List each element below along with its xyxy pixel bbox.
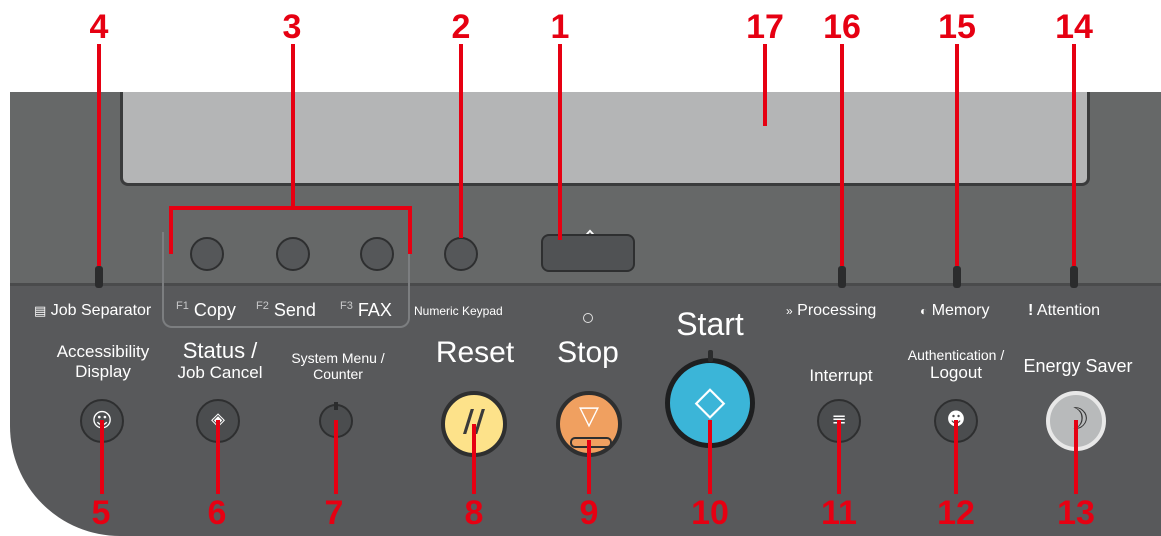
callout-10: 10 [691, 494, 729, 532]
callout-7: 7 [324, 494, 344, 532]
memory-icon: ◐ [920, 304, 928, 318]
leader-9 [587, 440, 591, 494]
callout-12: 12 [937, 494, 975, 532]
home-button[interactable] [541, 234, 635, 272]
system-menu-led [334, 402, 338, 410]
leader-4 [97, 44, 101, 266]
leader-14 [1072, 44, 1076, 266]
start-label: Start [676, 306, 744, 342]
job-separator-label: ▤ Job Separator [34, 302, 152, 319]
f2-send-button[interactable] [276, 237, 310, 271]
callout-17: 17 [746, 8, 784, 46]
system-menu-counter-label: System Menu / Counter [291, 350, 385, 382]
stop-label: Stop [557, 336, 619, 369]
callout-2: 2 [451, 8, 471, 46]
leader-11 [837, 420, 841, 494]
processing-indicator [838, 266, 846, 288]
processing-icon: » [786, 304, 793, 318]
callout-13: 13 [1057, 494, 1095, 532]
f3-fax-label: F3 FAX [340, 300, 392, 320]
start-icon: ◇ [694, 378, 726, 424]
memory-label: ◐ Memory [920, 302, 990, 319]
callout-16: 16 [823, 8, 861, 46]
leader-5 [100, 420, 104, 494]
leader-7 [334, 420, 338, 494]
leader-13 [1074, 420, 1078, 494]
start-indicator-dot [583, 313, 593, 323]
callout-6: 6 [207, 494, 227, 532]
leader-15 [955, 44, 959, 266]
attention-icon: ! [1028, 302, 1034, 319]
leader-1 [558, 44, 562, 240]
callout-3: 3 [282, 8, 302, 46]
callout-5: 5 [91, 494, 111, 532]
stop-icon: ▽ [579, 401, 599, 431]
callout-11: 11 [821, 494, 857, 532]
reset-label: Reset [435, 336, 515, 369]
callout-15: 15 [938, 8, 976, 46]
numeric-keypad-label: Numeric Keypad [414, 304, 503, 318]
processing-label: » Processing [786, 302, 877, 319]
callout-1: 1 [550, 8, 570, 46]
touch-panel-display[interactable] [120, 92, 1090, 186]
leader-17 [763, 44, 767, 126]
f1-copy-label: F1 Copy [176, 300, 236, 320]
interrupt-label: Interrupt [809, 366, 873, 385]
leader-6 [216, 420, 220, 494]
f3-fax-button[interactable] [360, 237, 394, 271]
leader-8 [472, 424, 476, 494]
callout-9: 9 [579, 494, 599, 532]
accessibility-display-label: Accessibility Display [56, 342, 150, 381]
leader-3-left [169, 206, 173, 254]
f2-send-label: F2 Send [256, 300, 316, 320]
job-separator-icon: ▤ [34, 304, 47, 319]
numeric-keypad-button[interactable] [444, 237, 478, 271]
memory-indicator [953, 266, 961, 288]
leader-12 [954, 420, 958, 494]
leader-3-bracket [169, 206, 412, 210]
authentication-logout-label: Authentication / Logout [907, 347, 1005, 382]
f1-copy-button[interactable] [190, 237, 224, 271]
leader-16 [840, 44, 844, 266]
leader-3-right [408, 206, 412, 254]
stop-indicator-bar [570, 437, 612, 448]
attention-label: ! Attention [1028, 302, 1101, 319]
energy-saver-label: Energy Saver [1023, 356, 1133, 376]
start-led [708, 350, 713, 362]
job-separator-indicator [95, 266, 103, 288]
status-job-cancel-label: Status / Job Cancel [177, 338, 263, 383]
callout-8: 8 [464, 494, 484, 532]
leader-10 [708, 420, 712, 494]
callout-4: 4 [89, 8, 109, 46]
attention-indicator [1070, 266, 1078, 288]
callout-14: 14 [1055, 8, 1093, 46]
leader-3 [291, 44, 295, 208]
leader-2 [459, 44, 463, 238]
